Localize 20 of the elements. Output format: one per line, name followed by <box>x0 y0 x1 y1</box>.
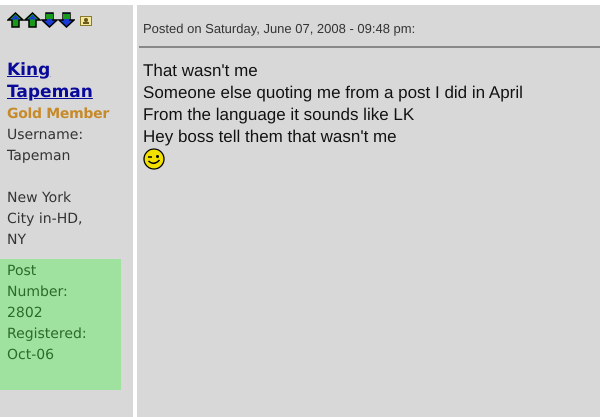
profile-icon[interactable] <box>80 14 92 26</box>
registered-label: Registered: <box>7 325 88 344</box>
message-line: Someone else quoting me from a post I did in April <box>143 82 524 104</box>
post-date: Posted on Saturday, June 07, 2008 - 09:48 pm: <box>143 20 416 38</box>
registered-date: Oct-06 <box>7 346 56 365</box>
location: New York City in-HD, NY <box>7 189 84 250</box>
username-label: Username: <box>7 126 84 145</box>
member-rank: Gold Member <box>7 105 110 124</box>
post-number: 2802 <box>7 304 44 323</box>
up-arrow-icon[interactable] <box>24 12 41 28</box>
wink-smiley-icon <box>143 148 165 170</box>
down-arrow-icon[interactable] <box>41 12 58 28</box>
message-line: Hey boss tell them that wasn't me <box>143 126 398 148</box>
message-line: From the language it sounds like LK <box>143 104 416 126</box>
message-line: That wasn't me <box>143 60 259 82</box>
down-arrow-icon[interactable] <box>58 12 75 28</box>
username: Tapeman <box>7 147 72 166</box>
post-number-label: Post Number: <box>7 262 69 302</box>
author-name-link[interactable]: King Tapeman <box>7 59 133 103</box>
up-arrow-icon[interactable] <box>7 12 24 28</box>
